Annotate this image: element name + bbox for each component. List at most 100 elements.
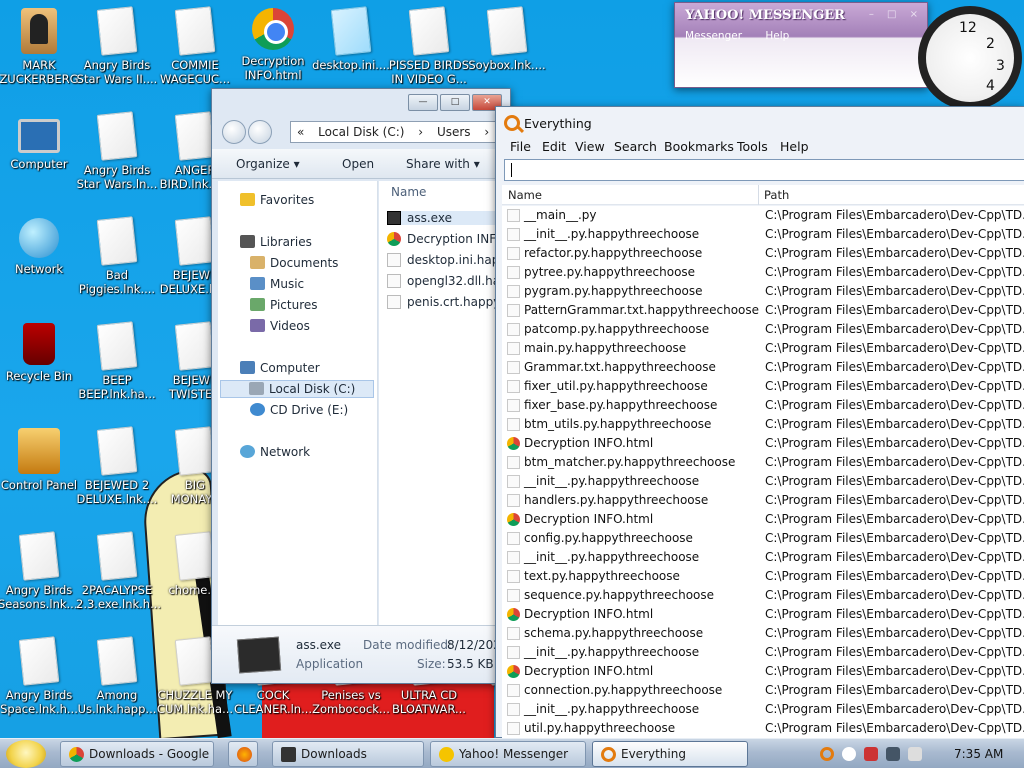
menu-search[interactable]: Search [614, 139, 657, 154]
menu-help[interactable]: Help [780, 139, 809, 154]
desktop-icon[interactable]: BEEP BEEP.lnk.ha... [76, 317, 158, 417]
pane-divider[interactable] [377, 181, 378, 637]
nav-computer[interactable]: Computer [240, 361, 320, 375]
desktop-icon[interactable]: Recycle Bin [0, 317, 80, 417]
address-crumb[interactable]: › [484, 125, 489, 139]
desktop-icon[interactable]: 2PACALYPSE 2.3.exe.lnk.h... [76, 527, 161, 627]
yahoo-window-controls[interactable]: – □ × [869, 9, 923, 20]
result-row[interactable]: __init__.py.happythreechoose C:\Program F… [502, 643, 1024, 662]
nav-libraries[interactable]: Libraries [240, 235, 312, 249]
menu-tools[interactable]: Tools [737, 139, 768, 154]
taskbar-clock[interactable]: 7:35 AM [954, 747, 1003, 761]
desktop-icon[interactable]: Network [0, 212, 80, 312]
column-header-name[interactable]: Name [391, 185, 426, 199]
desktop-icon[interactable]: BEJEWED 2 DELUXE.lnk.... [76, 422, 158, 522]
address-crumb[interactable]: Users [437, 125, 471, 139]
menu-edit[interactable]: Edit [542, 139, 566, 154]
column-divider[interactable] [758, 185, 759, 205]
result-row[interactable]: btm_matcher.py.happythreechoose C:\Progra… [502, 453, 1024, 472]
result-row[interactable]: sequence.py.happythreechoose C:\Program F… [502, 586, 1024, 605]
result-row[interactable]: pygram.py.happythreechoose C:\Program Fil… [502, 282, 1024, 301]
file-row[interactable]: Decryption INF [387, 232, 512, 246]
result-row[interactable]: pytree.py.happythreechoose C:\Program Fil… [502, 263, 1024, 282]
minimize-button[interactable]: — [408, 94, 438, 111]
everything-search-input[interactable] [504, 159, 1024, 181]
desktop-icon[interactable]: Computer [0, 107, 80, 207]
column-header-path[interactable]: Path [764, 188, 789, 202]
desktop-icon[interactable]: Among Us.lnk.happ... [76, 632, 158, 732]
file-row[interactable]: ass.exe [387, 211, 512, 225]
yahoo-messenger-window[interactable]: YAHOO! MESSENGER – □ × Messenger Help [674, 2, 928, 88]
desktop-icon[interactable]: Control Panel [0, 422, 80, 522]
result-row[interactable]: fixer_util.py.happythreechoose C:\Program… [502, 377, 1024, 396]
maximize-button[interactable]: □ [440, 94, 470, 111]
result-row[interactable]: refactor.py.happythreechoose C:\Program F… [502, 244, 1024, 263]
share-with-button[interactable]: Share with ▾ [406, 157, 480, 171]
file-row[interactable]: penis.crt.happy [387, 295, 512, 309]
action-center-icon[interactable] [864, 747, 878, 761]
messenger-tray-icon[interactable] [842, 747, 856, 761]
taskbar-downloads-button[interactable]: Downloads [272, 741, 424, 767]
desktop-icon[interactable]: Angry Birds Star Wars II.... [76, 2, 158, 102]
result-row[interactable]: schema.py.happythreechoose C:\Program Fil… [502, 624, 1024, 643]
result-row[interactable]: Decryption INFO.html C:\Program Files\Emb… [502, 434, 1024, 453]
desktop-icon[interactable]: Soybox.lnk.... [466, 2, 548, 102]
result-row[interactable]: text.py.happythreechoose C:\Program Files… [502, 567, 1024, 586]
back-icon[interactable] [222, 120, 246, 144]
nav-videos[interactable]: Videos [250, 319, 310, 333]
taskbar-chrome-button[interactable]: Downloads - Google ... [60, 741, 214, 767]
address-crumb[interactable]: › [418, 125, 423, 139]
desktop-icon[interactable]: Decryption INFO.html [232, 2, 314, 102]
result-row[interactable]: Grammar.txt.happythreechoose C:\Program F… [502, 358, 1024, 377]
nav-local-disk[interactable]: Local Disk (C:) [220, 380, 374, 398]
explorer-window[interactable]: — □ ✕ « Local Disk (C:) › Users › MA Org… [211, 88, 520, 684]
result-row[interactable]: Decryption INFO.html C:\Program Files\Emb… [502, 605, 1024, 624]
result-row[interactable]: fixer_base.py.happythreechoose C:\Program… [502, 396, 1024, 415]
result-row[interactable]: __init__.py.happythreechoose C:\Program F… [502, 225, 1024, 244]
result-row[interactable]: Decryption INFO.html C:\Program Files\Emb… [502, 510, 1024, 529]
result-row[interactable]: util.py.happythreechoose C:\Program Files… [502, 719, 1024, 738]
network-icon[interactable] [886, 747, 900, 761]
menu-view[interactable]: View [575, 139, 605, 154]
desktop-icon[interactable]: Angry Birds Star Wars.ln... [76, 107, 158, 207]
nav-pictures[interactable]: Pictures [250, 298, 318, 312]
result-row[interactable]: __init__.py.happythreechoose C:\Program F… [502, 472, 1024, 491]
nav-cd-drive[interactable]: CD Drive (E:) [250, 403, 348, 417]
result-row[interactable]: __init__.py.happythreechoose C:\Program F… [502, 700, 1024, 719]
nav-documents[interactable]: Documents [250, 256, 338, 270]
address-crumb[interactable]: « [297, 125, 304, 139]
desktop-icon[interactable]: Angry Birds Space.lnk.h... [0, 632, 80, 732]
column-header-name[interactable]: Name [508, 188, 542, 202]
yahoo-menu-help[interactable]: Help [765, 30, 789, 42]
address-crumb[interactable]: Local Disk (C:) [318, 125, 404, 139]
menu-file[interactable]: File [510, 139, 531, 154]
volume-icon[interactable] [908, 747, 922, 761]
forward-icon[interactable] [248, 120, 272, 144]
yahoo-menu-messenger[interactable]: Messenger [685, 30, 742, 42]
result-row[interactable]: patcomp.py.happythreechoose C:\Program Fi… [502, 320, 1024, 339]
taskbar-yahoo-button[interactable]: Yahoo! Messenger [430, 741, 586, 767]
result-row[interactable]: PatternGrammar.txt.happythreechoose C:\Pr… [502, 301, 1024, 320]
nav-music[interactable]: Music [250, 277, 304, 291]
result-row[interactable]: config.py.happythreechoose C:\Program Fil… [502, 529, 1024, 548]
organize-button[interactable]: Organize ▾ [236, 157, 300, 171]
open-button[interactable]: Open [342, 157, 374, 171]
file-row[interactable]: opengl32.dll.ha [387, 274, 512, 288]
desktop-icon[interactable]: PISSED BIRDS IN VIDEO G... [388, 2, 470, 102]
result-row[interactable]: __main__.py C:\Program Files\Embarcadero\… [502, 206, 1024, 225]
desktop-icon[interactable]: Bad Piggies.lnk.... [76, 212, 158, 312]
everything-tray-icon[interactable] [820, 747, 834, 761]
nav-network[interactable]: Network [240, 445, 310, 459]
address-bar[interactable]: « Local Disk (C:) › Users › MA [290, 121, 520, 143]
desktop-icon[interactable]: COMMIE WAGECUC... [154, 2, 236, 102]
taskbar-firefox-button[interactable] [228, 741, 258, 767]
clock-gadget[interactable]: 12 2 3 4 [918, 6, 1022, 110]
file-row[interactable]: desktop.ini.hap [387, 253, 512, 267]
result-row[interactable]: main.py.happythreechoose C:\Program Files… [502, 339, 1024, 358]
menu-bookmarks[interactable]: Bookmarks [664, 139, 734, 154]
nav-favorites[interactable]: Favorites [240, 193, 314, 207]
result-row[interactable]: Decryption INFO.html C:\Program Files\Emb… [502, 662, 1024, 681]
desktop-icon[interactable]: MARK ZUCKERBERG [0, 2, 80, 102]
result-row[interactable]: __init__.py.happythreechoose C:\Program F… [502, 548, 1024, 567]
start-button[interactable] [6, 740, 46, 768]
